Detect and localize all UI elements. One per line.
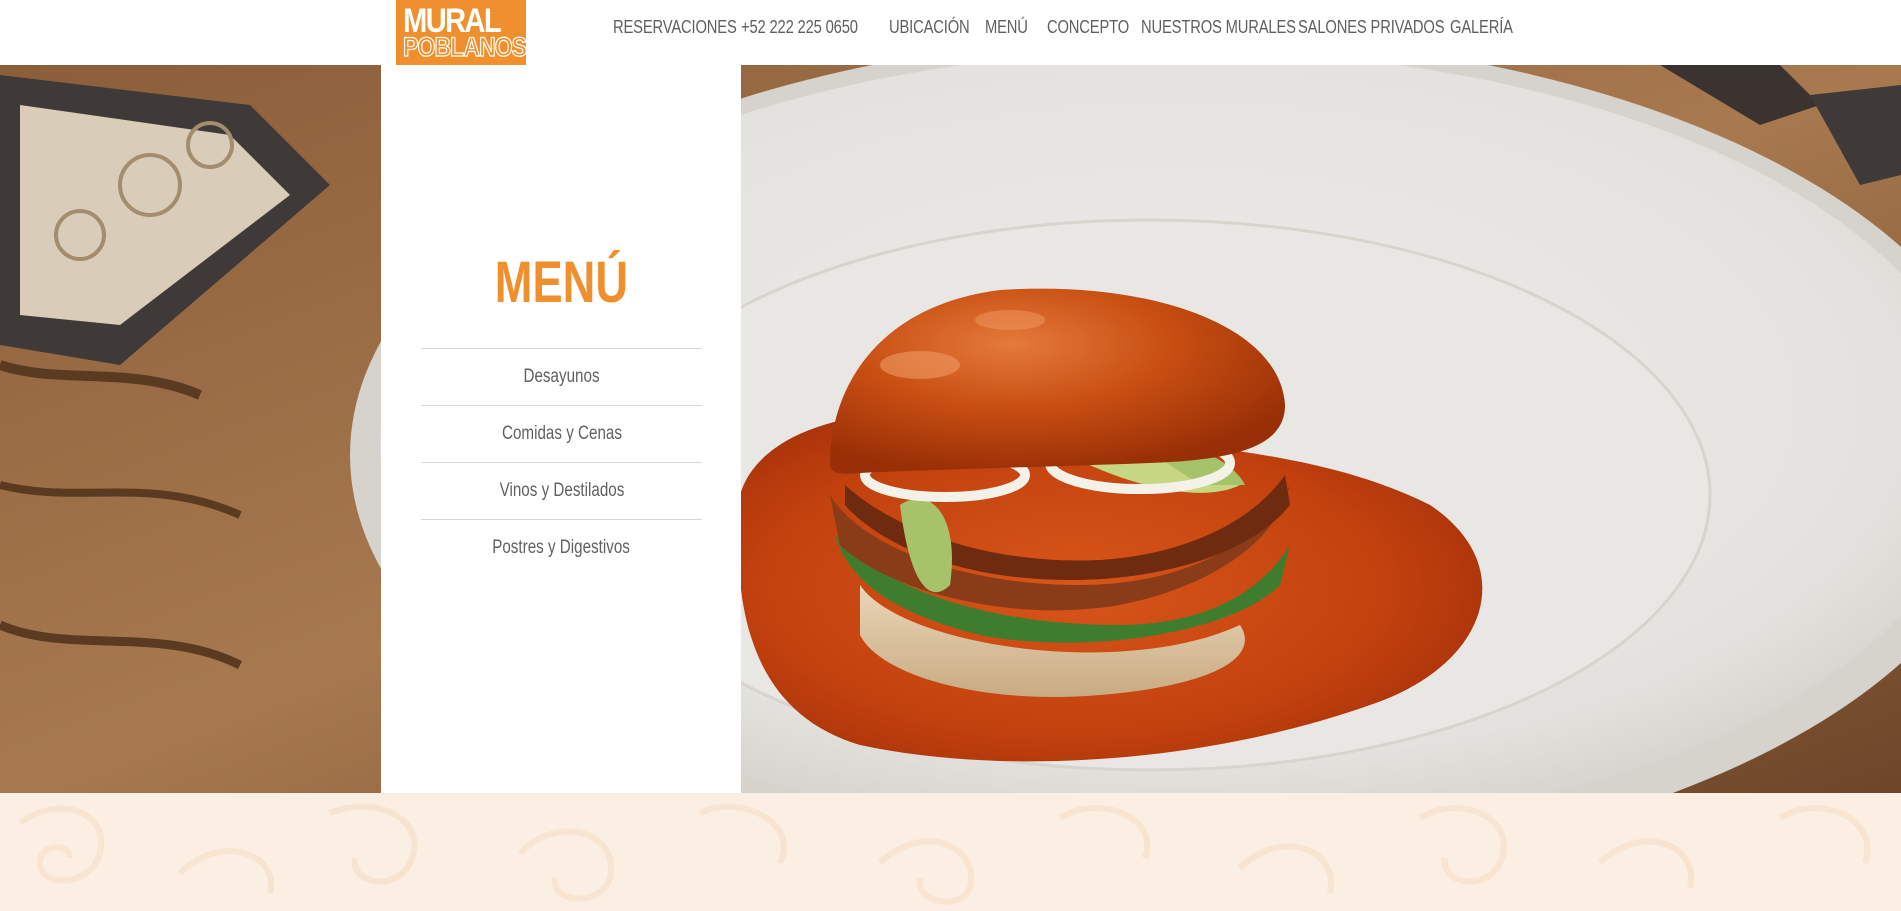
nav-item-galeria[interactable]: GALERÍA	[1450, 14, 1513, 40]
menu-title-text: MENÚ	[494, 250, 628, 315]
nav-item-salones-privados[interactable]: SALONES PRIVADOS	[1298, 14, 1445, 40]
list-item: Postres y Digestivos	[421, 520, 702, 577]
decorative-pattern-strip	[0, 793, 1901, 911]
food-photo-icon	[0, 65, 1901, 793]
nav-item-nuestros-murales[interactable]: NUESTROS MURALES	[1141, 14, 1296, 40]
menu-link-desayunos[interactable]: Desayunos	[523, 349, 599, 405]
site-header: MURAL POBLANOS RESERVACIONES +52 222 225…	[0, 0, 1901, 65]
menu-link-comidas-y-cenas[interactable]: Comidas y Cenas	[502, 406, 622, 462]
damask-pattern-icon	[18, 803, 1871, 905]
list-item: Comidas y Cenas	[421, 406, 702, 463]
logo-text-poblanos: POBLANOS	[402, 31, 526, 62]
hero-image	[0, 65, 1901, 793]
menu-link-vinos-y-destilados[interactable]: Vinos y Destilados	[499, 463, 624, 519]
nav-item-concepto[interactable]: CONCEPTO	[1047, 14, 1129, 40]
menu-link-postres-y-digestivos[interactable]: Postres y Digestivos	[493, 520, 631, 576]
nav-item-reservaciones[interactable]: RESERVACIONES	[613, 14, 737, 40]
list-item: Desayunos	[421, 349, 702, 406]
list-item: Vinos y Destilados	[421, 463, 702, 520]
menu-panel: MENÚ Desayunos Comidas y Cenas Vinos y D…	[381, 65, 741, 793]
main-nav: RESERVACIONES +52 222 225 0650 UBICACIÓN…	[613, 14, 1520, 40]
nav-item-ubicacion[interactable]: UBICACIÓN	[889, 14, 970, 40]
menu-title: MENÚ	[381, 248, 741, 318]
menu-category-list: Desayunos Comidas y Cenas Vinos y Destil…	[421, 348, 702, 577]
site-logo[interactable]: MURAL POBLANOS	[396, 0, 526, 65]
nav-item-menu[interactable]: MENÚ	[985, 14, 1036, 40]
nav-item-phone[interactable]: +52 222 225 0650	[741, 14, 862, 40]
